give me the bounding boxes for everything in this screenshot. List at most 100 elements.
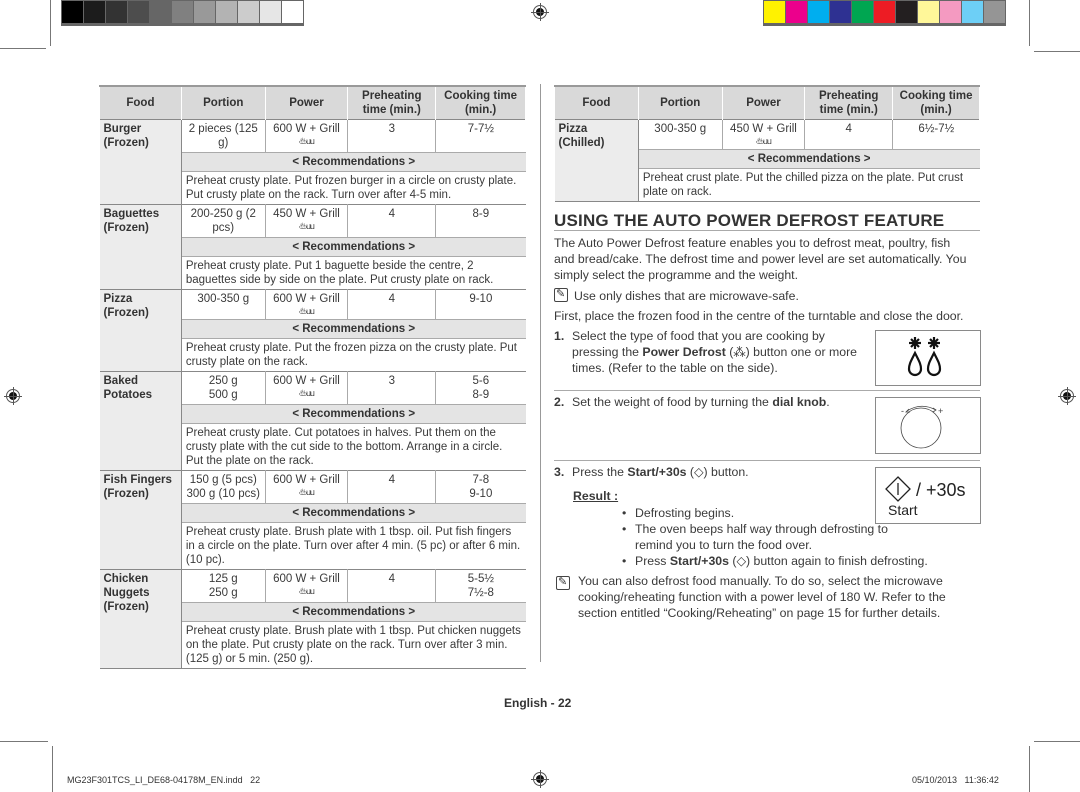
food-name: Fish Fingers (Frozen) bbox=[99, 470, 182, 570]
preheat-cell: 3 bbox=[347, 119, 437, 153]
color-swatch bbox=[260, 1, 281, 23]
color-swatch bbox=[238, 1, 259, 23]
preheat-cell: 4 bbox=[347, 204, 437, 238]
recommendation-text: Preheat crusty plate. Cut potatoes in ha… bbox=[185, 427, 503, 467]
step-text: . bbox=[826, 395, 830, 409]
color-swatch bbox=[62, 1, 83, 23]
bullet-text: The oven beeps half way through defrosti… bbox=[635, 522, 888, 552]
column-header: Food bbox=[554, 86, 639, 120]
start-button-figure: / +30s Start bbox=[875, 467, 981, 524]
registration-mark bbox=[4, 387, 22, 405]
color-swatch bbox=[764, 1, 785, 23]
recommendations-label: < Recommendations > bbox=[638, 149, 980, 169]
crop-mark bbox=[1034, 741, 1080, 742]
portion-cell: 125 g 250 g bbox=[181, 569, 266, 603]
bullet-dot: • bbox=[622, 522, 627, 536]
cook-cell: 5-5½ 7½-8 bbox=[436, 570, 526, 603]
power-value: 450 W + Grill bbox=[730, 123, 797, 135]
power-value: 600 W + Grill bbox=[273, 123, 340, 135]
microwave-grill-icon: ♨ᥙᥙ bbox=[299, 388, 315, 398]
cook-cell: 7-8 9-10 bbox=[436, 471, 526, 504]
registration-mark bbox=[531, 770, 549, 788]
bullet-dot: • bbox=[622, 554, 627, 568]
power-cell: 600 W + Grill ♨ᥙᥙ bbox=[265, 470, 349, 504]
portion-cell: 300-350 g bbox=[181, 289, 266, 320]
color-swatch bbox=[128, 1, 149, 23]
portion-cell: 300-350 g bbox=[638, 119, 723, 150]
preheat-cell: 4 bbox=[347, 289, 437, 320]
table-header-row: Food Portion Power Preheating time (min.) Co… bbox=[99, 86, 526, 120]
portion-value: 150 g (5 pcs) 300 g (10 pcs) bbox=[186, 474, 260, 500]
recommendations-label: < Recommendations > bbox=[181, 152, 526, 172]
column-header: Power bbox=[264, 86, 349, 120]
crop-mark bbox=[0, 741, 48, 742]
note-icon bbox=[554, 286, 568, 302]
note-text: Use only dishes that are microwave-safe. bbox=[574, 289, 799, 303]
portion-value: 2 pieces (125 g) bbox=[188, 123, 258, 149]
cook-cell: 6½-7½ bbox=[893, 120, 980, 150]
power-cell: 600 W + Grill ♨ᥙᥙ bbox=[265, 569, 349, 603]
recommendations-label: < Recommendations > bbox=[181, 237, 526, 257]
portion-value: 125 g 250 g bbox=[208, 573, 238, 599]
crop-mark bbox=[50, 0, 51, 46]
table-row: Baked Potatoes 250 g 500 g 600 W + Grill ♨ᥙ… bbox=[99, 371, 526, 471]
result-label: Result : bbox=[573, 489, 619, 503]
column-header: Cooking time (min.) bbox=[435, 86, 526, 120]
food-name: Chicken Nuggets (Frozen) bbox=[99, 569, 182, 669]
table-row: Baguettes (Frozen) 200-250 g (2 pcs) 450 W… bbox=[99, 204, 526, 290]
preheat-value: 4 bbox=[388, 293, 395, 305]
result-bullet: • Defrosting begins. bbox=[622, 505, 875, 521]
power-defrost-label: Power Defrost bbox=[642, 345, 726, 359]
power-value: 600 W + Grill bbox=[273, 474, 340, 486]
power-value: 600 W + Grill bbox=[273, 293, 340, 305]
preheat-value: 4 bbox=[388, 573, 395, 585]
dial-knob-label: dial knob bbox=[772, 395, 827, 409]
microwave-grill-icon: ♨ᥙᥙ bbox=[299, 221, 315, 231]
recommendations-label: < Recommendations > bbox=[181, 503, 526, 523]
recommendations-label: < Recommendations > bbox=[181, 602, 526, 622]
color-swatch bbox=[150, 1, 171, 23]
dial-plus-label: + bbox=[938, 406, 943, 416]
table-row: Pizza (Chilled) 300-350 g 450 W + Grill ♨ᥙᥙ… bbox=[554, 119, 980, 202]
crop-mark bbox=[1029, 0, 1030, 46]
cook-value: 6½-7½ bbox=[918, 123, 955, 135]
cook-value: 7-8 9-10 bbox=[469, 474, 493, 500]
plus-30s-label: / +30s bbox=[916, 480, 966, 500]
color-swatch bbox=[940, 1, 961, 23]
step-divider bbox=[554, 390, 980, 391]
column-header: Portion bbox=[637, 86, 723, 120]
cook-value: 7-7½ bbox=[467, 123, 494, 135]
portion-cell: 250 g 500 g bbox=[181, 371, 266, 405]
recommendation-text: Preheat crusty plate. Brush plate with 1… bbox=[185, 625, 521, 665]
result-bullet: • The oven beeps half way through defrost… bbox=[622, 521, 925, 553]
color-swatch bbox=[830, 1, 851, 23]
recommendation-text: Preheat crusty plate. Brush plate with 1… bbox=[185, 526, 521, 566]
section-title-rule bbox=[554, 230, 980, 231]
color-swatch bbox=[106, 1, 127, 23]
power-value: 600 W + Grill bbox=[273, 375, 340, 387]
color-swatch bbox=[874, 1, 895, 23]
registration-mark bbox=[531, 3, 549, 21]
power-defrost-icon bbox=[907, 337, 942, 377]
food-name: Burger (Frozen) bbox=[99, 119, 182, 205]
file-name: MG23F301TCS_LI_DE68-04178M_EN.indd 22 bbox=[67, 775, 261, 785]
cook-cell: 5-6 8-9 bbox=[436, 372, 526, 405]
color-swatch bbox=[918, 1, 939, 23]
color-swatch bbox=[194, 1, 215, 23]
page-number: English - 22 bbox=[504, 696, 572, 710]
start-label: Start bbox=[888, 502, 918, 518]
grayscale-color-bar bbox=[61, 0, 304, 26]
registration-mark bbox=[1058, 387, 1076, 405]
preheat-value: 4 bbox=[845, 123, 852, 135]
table-row: Chicken Nuggets (Frozen) 125 g 250 g 600 W… bbox=[99, 569, 526, 669]
start-button-label: Start/+30s bbox=[669, 554, 729, 568]
column-header: Food bbox=[99, 86, 182, 120]
portion-value: 200-250 g (2 pcs) bbox=[190, 208, 256, 234]
step-number: 1. bbox=[554, 329, 565, 343]
preheat-cell: 4 bbox=[347, 569, 437, 603]
color-swatch bbox=[216, 1, 237, 23]
recommendation-text: Preheat crusty plate. Put frozen burger … bbox=[185, 175, 517, 201]
intro-paragraph: The Auto Power Defrost feature enables y… bbox=[554, 236, 967, 282]
column-header: Cooking time (min.) bbox=[892, 86, 980, 120]
table-row: Burger (Frozen) 2 pieces (125 g) 600 W + G… bbox=[99, 119, 526, 205]
